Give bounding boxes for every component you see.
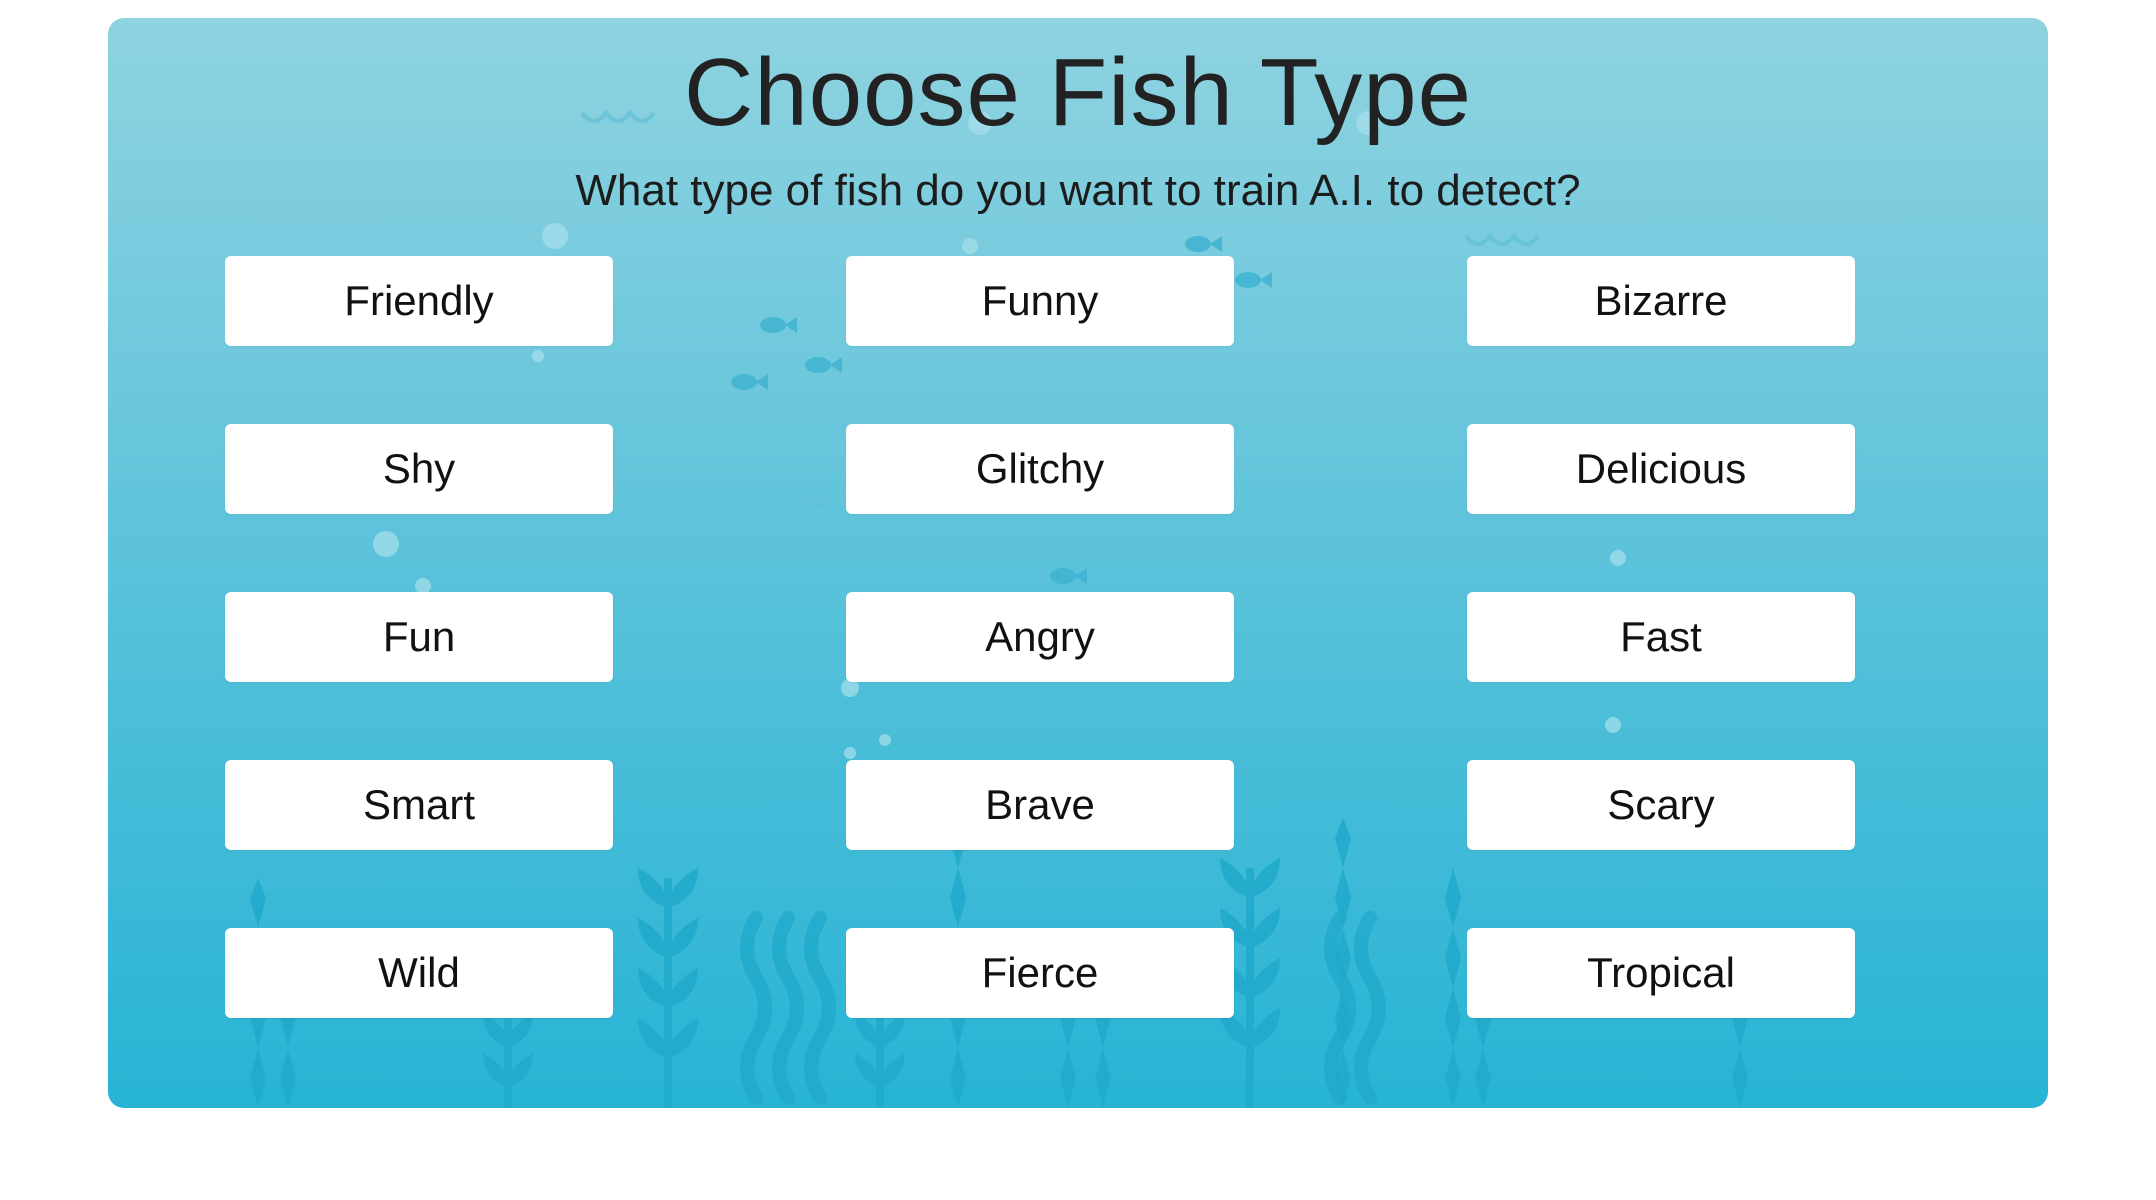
fish-type-button-delicious[interactable]: Delicious xyxy=(1467,424,1855,514)
small-fish xyxy=(1185,236,1222,252)
fish-type-button-brave[interactable]: Brave xyxy=(846,760,1234,850)
underwater-panel: Choose Fish Type What type of fish do yo… xyxy=(108,18,2048,1108)
fish-type-button-shy[interactable]: Shy xyxy=(225,424,613,514)
fish-type-button-scary[interactable]: Scary xyxy=(1467,760,1855,850)
fish-type-button-glitchy[interactable]: Glitchy xyxy=(846,424,1234,514)
fish-type-button-bizarre[interactable]: Bizarre xyxy=(1467,256,1855,346)
seaweed xyxy=(855,1013,905,1108)
fish-type-button-fierce[interactable]: Fierce xyxy=(846,928,1234,1018)
page-title: Choose Fish Type xyxy=(684,39,1472,146)
wave-decoration xyxy=(1464,232,1540,246)
seaweed xyxy=(483,1013,533,1108)
fish-type-grid: Friendly Funny Bizarre Shy Glitchy Delic… xyxy=(225,256,1855,1018)
fish-type-button-smart[interactable]: Smart xyxy=(225,760,613,850)
fish-type-button-angry[interactable]: Angry xyxy=(846,592,1234,682)
fish-type-button-fast[interactable]: Fast xyxy=(1467,592,1855,682)
page-subtitle: What type of fish do you want to train A… xyxy=(575,166,1581,215)
bubble xyxy=(542,223,568,249)
fish-type-button-wild[interactable]: Wild xyxy=(225,928,613,1018)
fish-type-button-friendly[interactable]: Friendly xyxy=(225,256,613,346)
fish-type-button-tropical[interactable]: Tropical xyxy=(1467,928,1855,1018)
fish-type-button-fun[interactable]: Fun xyxy=(225,592,613,682)
fish-type-button-funny[interactable]: Funny xyxy=(846,256,1234,346)
bubble xyxy=(962,238,978,254)
